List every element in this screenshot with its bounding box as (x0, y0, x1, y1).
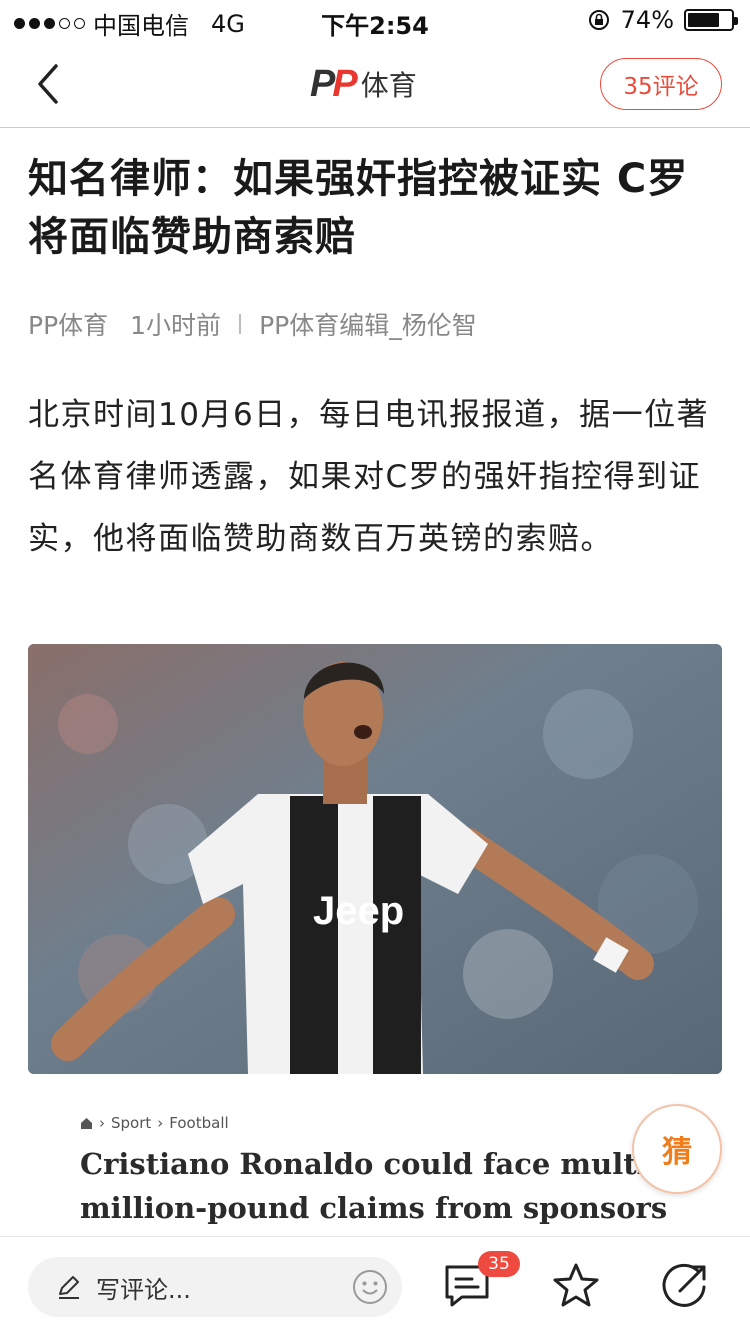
status-right: 74% (587, 6, 738, 34)
article-meta: PP体育 1小时前 PP体育编辑_杨伦智 (28, 306, 477, 342)
comments-button[interactable]: 35评论 (600, 58, 722, 110)
article-title: 知名律师：如果强奸指控被证实 C罗将面临赞助商索赔 (28, 156, 689, 260)
rotation-lock-icon (588, 10, 609, 30)
breadcrumb-sport: Sport (111, 1114, 152, 1132)
meta-divider (239, 314, 242, 334)
battery-icon (684, 9, 738, 31)
player-photo-image: Jeep (28, 644, 722, 1074)
share-icon[interactable] (660, 1261, 710, 1311)
comment-input[interactable]: 写评论... (28, 1257, 402, 1317)
article-time: 1小时前 (130, 311, 222, 340)
home-icon (81, 1117, 92, 1129)
breadcrumb-football: Football (169, 1114, 229, 1132)
pp-logo-icon: PP (310, 62, 358, 105)
breadcrumb: › Sport › Football (80, 1114, 229, 1132)
battery-fill (688, 13, 720, 27)
star-favorite-icon[interactable] (551, 1261, 601, 1311)
comment-count-badge: 35 (478, 1251, 520, 1277)
breadcrumb-separator-icon: › (157, 1114, 164, 1132)
article-photo[interactable]: Jeep (28, 644, 722, 1074)
guess-button[interactable]: 猜 (632, 1104, 722, 1194)
guess-icon: 猜 (662, 1135, 692, 1170)
jersey-text: Jeep (313, 889, 404, 933)
pencil-icon (59, 1276, 79, 1299)
article-editor: PP体育编辑_杨伦智 (259, 311, 477, 340)
comment-placeholder: 写评论... (96, 1275, 191, 1304)
back-arrow-icon[interactable] (30, 60, 70, 108)
logo-text: 体育 (360, 69, 417, 102)
pp-sports-logo: PP 体育 (310, 62, 417, 106)
article-source[interactable]: PP体育 (28, 306, 108, 342)
breadcrumb-separator-icon: › (99, 1114, 105, 1132)
nav-bar: PP 体育 35评论 (0, 40, 750, 128)
embedded-headline: Cristiano Ronaldo could face multi-milli… (80, 1147, 668, 1236)
embedded-article-preview[interactable]: › Sport › Football Cristiano Ronaldo cou… (28, 1094, 722, 1236)
article-paragraph: 北京时间10月6日，每日电讯报报道，据一位著名体育律师透露，如果对C罗的强奸指控… (28, 397, 710, 557)
battery-percent: 74% (620, 6, 674, 34)
bottom-bar: 写评论... 35 (0, 1236, 750, 1334)
emoji-icon[interactable] (352, 1269, 388, 1305)
status-bar: 中国电信 4G 下午2:54 74% (0, 0, 750, 40)
